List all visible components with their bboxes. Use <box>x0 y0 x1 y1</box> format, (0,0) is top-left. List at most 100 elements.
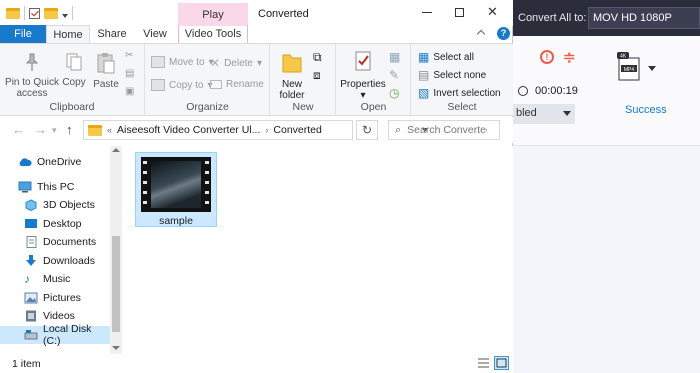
pin-icon <box>25 53 39 71</box>
forward-arrow-icon[interactable]: → <box>34 123 47 136</box>
nav-item-pictures[interactable]: Pictures <box>0 289 120 307</box>
tab-file[interactable]: File <box>0 25 46 44</box>
clipboard-group: Pin to Quick access Copy Paste ✂ ▤ ▣ Cli… <box>0 44 145 116</box>
history-icon[interactable]: ◷ <box>389 86 399 100</box>
properties-label: Properties <box>340 79 386 90</box>
error-icon[interactable]: ! <box>540 50 554 64</box>
select-all-button[interactable]: ▦ Select all <box>418 50 474 64</box>
trim-icon[interactable]: ≑ <box>563 48 576 66</box>
refresh-button[interactable]: ↻ <box>356 120 378 140</box>
properties-button[interactable]: Properties ▾ <box>340 50 386 101</box>
music-icon: ♪ <box>24 272 30 286</box>
help-icon[interactable]: ? <box>497 27 510 40</box>
copy-button[interactable]: Copy <box>60 52 88 88</box>
move-to-label: Move to <box>169 56 205 68</box>
chevron-down-icon <box>563 111 571 116</box>
nav-item-documents[interactable]: Documents <box>0 233 120 251</box>
nav-item-this-pc[interactable]: This PC <box>0 178 120 196</box>
move-to-button[interactable]: Move to ▾ <box>151 56 214 68</box>
breadcrumb-prefix[interactable]: « <box>107 125 112 135</box>
convert-all-format-select[interactable]: MOV HD 1080P <box>588 7 700 29</box>
minimize-icon <box>421 11 432 13</box>
copy-icon <box>66 53 82 71</box>
convert-all-label: Convert All to: <box>518 12 587 24</box>
format-chevron-icon[interactable] <box>648 66 656 71</box>
divider <box>24 6 25 20</box>
paste-shortcut-icon[interactable]: ▣ <box>125 86 134 97</box>
video-frame <box>151 161 201 208</box>
paste-button[interactable]: Paste <box>92 52 120 90</box>
nav-item-local-disk[interactable]: Local Disk (C:) <box>0 323 110 347</box>
context-tab-header: Play <box>178 3 248 26</box>
close-button[interactable]: ✕ <box>476 0 509 24</box>
search-input[interactable] <box>407 124 488 136</box>
search-box[interactable]: ⌕ <box>388 120 500 140</box>
navigation-pane: OneDrive This PC 3D Objects Desktop Docu… <box>0 146 122 354</box>
select-none-button[interactable]: ▤ Select none <box>418 68 486 82</box>
recent-locations-chevron-icon[interactable]: ▾ <box>52 125 57 135</box>
subtitle-dropdown-value: bled <box>516 107 537 119</box>
breadcrumb-separator-icon[interactable]: › <box>265 125 268 135</box>
film-sprocket <box>205 171 209 174</box>
new-folder-label-line1: New <box>281 79 302 90</box>
edit-icon[interactable]: ✎ <box>389 68 399 82</box>
navigation-scrollbar[interactable] <box>110 146 122 354</box>
copy-path-icon[interactable]: ▤ <box>125 68 134 79</box>
up-arrow-icon[interactable]: ↑ <box>66 123 73 136</box>
film-sprocket <box>205 201 209 204</box>
breadcrumb-segment-parent[interactable]: Aiseesoft Video Converter Ul... <box>117 124 260 136</box>
address-bar[interactable]: « Aiseesoft Video Converter Ul... › Conv… <box>83 120 428 140</box>
maximize-button[interactable] <box>443 0 476 24</box>
film-sprocket <box>143 191 147 194</box>
ribbon-tabs: File Home Share View Video Tools ? <box>0 25 513 44</box>
converter-header: Convert All to: MOV HD 1080P <box>513 0 700 36</box>
file-item[interactable]: sample <box>135 152 217 227</box>
scroll-down-icon[interactable] <box>112 346 120 350</box>
easy-access-icon[interactable]: ⧈ <box>313 68 321 83</box>
copy-to-button[interactable]: Copy to ▾ <box>151 79 213 91</box>
properties-qat-icon[interactable] <box>29 7 40 19</box>
tab-video-tools[interactable]: Video Tools <box>178 25 248 44</box>
video-thumbnail <box>141 157 211 212</box>
picture-icon <box>24 292 38 304</box>
tab-home[interactable]: Home <box>46 25 90 44</box>
rename-button[interactable]: Rename <box>210 79 264 90</box>
scroll-thumb[interactable] <box>112 236 120 332</box>
film-sprocket <box>143 181 147 184</box>
invert-selection-button[interactable]: ▧ Invert selection <box>418 86 501 100</box>
nav-item-label: Documents <box>43 236 97 248</box>
new-folder-button[interactable]: New folder <box>275 50 309 101</box>
invert-selection-label: Invert selection <box>433 87 501 99</box>
collapse-ribbon-icon[interactable] <box>476 29 486 39</box>
disk-icon <box>24 329 38 341</box>
subtitle-dropdown[interactable]: bled <box>513 104 575 124</box>
minimize-button[interactable] <box>410 0 443 24</box>
nav-item-label: OneDrive <box>37 156 82 168</box>
pin-label-line1: Pin to Quick <box>5 77 59 88</box>
nav-item-downloads[interactable]: Downloads <box>0 252 120 270</box>
new-folder-qat-icon[interactable] <box>44 7 58 19</box>
pin-label-line2: access <box>16 88 48 99</box>
search-icon: ⌕ <box>395 123 402 136</box>
nav-item-desktop[interactable]: Desktop <box>0 215 120 233</box>
cloud-icon <box>18 156 32 168</box>
open-icon[interactable]: ▦ <box>389 50 400 64</box>
mp4-format-icon[interactable]: MP4 4K <box>611 52 645 82</box>
scroll-up-icon[interactable] <box>112 148 120 152</box>
tab-view[interactable]: View <box>136 25 174 44</box>
nav-item-music[interactable]: ♪ Music <box>0 270 120 288</box>
back-arrow-icon[interactable]: ← <box>12 123 25 136</box>
details-view-button[interactable] <box>476 356 491 370</box>
breadcrumb-segment-current[interactable]: Converted <box>273 124 321 136</box>
cut-icon[interactable]: ✂ <box>125 50 133 61</box>
large-icons-view-button[interactable] <box>494 356 509 370</box>
nav-item-onedrive[interactable]: OneDrive <box>0 153 120 171</box>
delete-button[interactable]: ✕ Delete ▾ <box>210 56 262 70</box>
customize-qat-chevron-icon[interactable] <box>62 14 68 18</box>
nav-item-3d-objects[interactable]: 3D Objects <box>0 196 120 214</box>
invert-selection-icon: ▧ <box>418 86 430 100</box>
new-item-icon[interactable]: ⧉ <box>313 50 322 65</box>
tab-share[interactable]: Share <box>92 25 132 44</box>
folder-icon <box>88 124 102 136</box>
pin-to-quick-access-button[interactable]: Pin to Quick access <box>4 52 60 99</box>
